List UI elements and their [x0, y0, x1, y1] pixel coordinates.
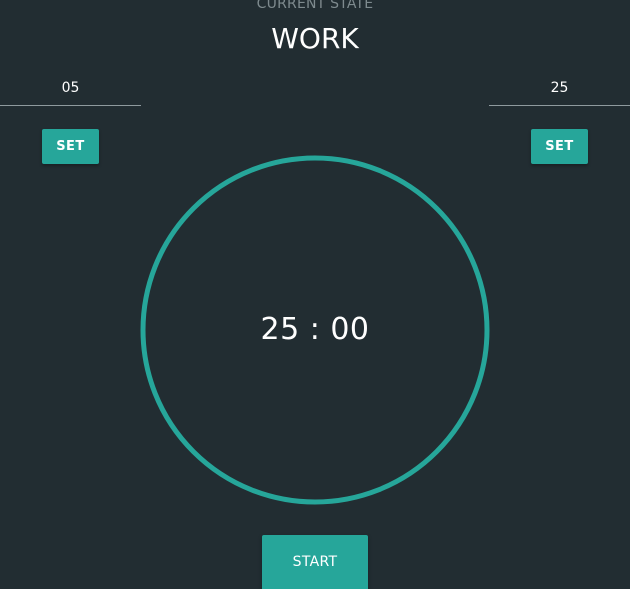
start-button[interactable]: START [262, 535, 368, 589]
current-state-label: CURRENT STATE [256, 0, 374, 12]
current-state-value: WORK [271, 22, 359, 55]
set-work-button[interactable]: SET [531, 129, 588, 164]
work-duration-input[interactable] [489, 70, 630, 106]
timer-display: 25 : 00 [260, 312, 370, 347]
set-break-button[interactable]: SET [42, 129, 99, 164]
pomodoro-app: CURRENT STATE WORK SET SET 25 : 00 START [0, 0, 630, 589]
break-duration-input[interactable] [0, 70, 141, 106]
